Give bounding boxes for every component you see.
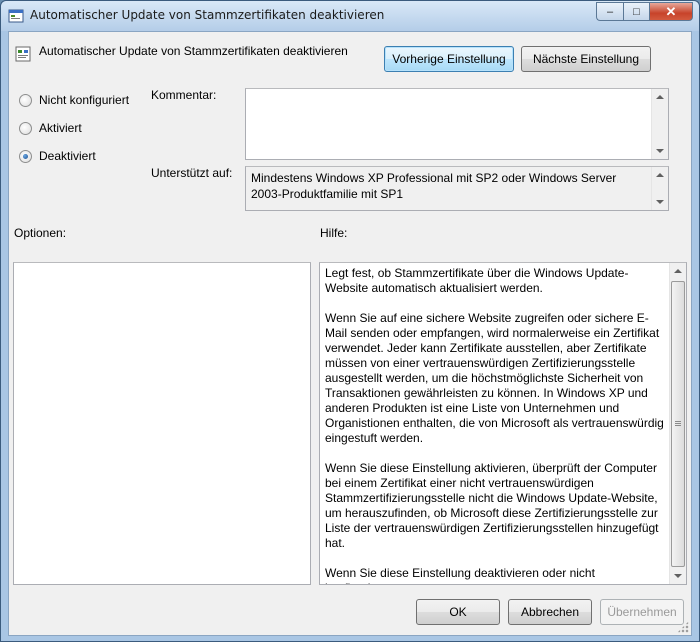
next-setting-button[interactable]: Nächste Einstellung (521, 46, 651, 72)
radio-not-configured[interactable]: Nicht konfiguriert (19, 93, 129, 107)
maximize-button[interactable]: □ (623, 2, 649, 21)
scroll-up-icon[interactable] (674, 269, 682, 273)
radio-circle[interactable] (19, 93, 32, 107)
close-button[interactable]: ✕ (649, 2, 693, 21)
dialog-client: Automatischer Update von Stammzertifikat… (8, 31, 692, 636)
options-label: Optionen: (14, 226, 67, 240)
scroll-thumb[interactable] (671, 281, 685, 567)
help-label: Hilfe: (320, 226, 348, 240)
help-pane: Legt fest, ob Stammzertifikate über die … (319, 262, 687, 585)
radio-circle-checked[interactable] (19, 149, 32, 163)
apply-button: Übernehmen (600, 599, 684, 625)
minimize-button[interactable]: – (596, 2, 623, 21)
setting-title: Automatischer Update von Stammzertifikat… (39, 44, 348, 58)
radio-disabled[interactable]: Deaktiviert (19, 149, 96, 163)
comment-label: Kommentar: (151, 88, 217, 102)
scroll-down-icon[interactable] (656, 200, 664, 204)
supported-label: Unterstützt auf: (151, 166, 233, 180)
previous-setting-button[interactable]: Vorherige Einstellung (384, 46, 514, 72)
help-scrollbar[interactable] (669, 263, 686, 584)
scroll-down-icon[interactable] (674, 574, 682, 578)
comment-scrollbar[interactable] (651, 89, 668, 159)
scroll-down-icon[interactable] (656, 149, 664, 153)
radio-label: Aktiviert (39, 121, 82, 135)
maximize-icon: □ (633, 5, 640, 18)
close-icon: ✕ (665, 3, 677, 19)
supported-field: Mindestens Windows XP Professional mit S… (245, 166, 669, 211)
supported-value: Mindestens Windows XP Professional mit S… (251, 171, 617, 201)
radio-enabled[interactable]: Aktiviert (19, 121, 82, 135)
title-bar[interactable]: Automatischer Update von Stammzertifikat… (1, 1, 699, 31)
setting-icon (15, 46, 31, 62)
help-text: Legt fest, ob Stammzertifikate über die … (325, 266, 664, 584)
comment-field[interactable] (245, 88, 669, 160)
scroll-up-icon[interactable] (656, 95, 664, 99)
ok-button[interactable]: OK (416, 599, 500, 625)
supported-scrollbar[interactable] (651, 167, 668, 210)
radio-label: Nicht konfiguriert (39, 93, 130, 107)
policy-icon (8, 9, 24, 23)
cancel-button[interactable]: Abbrechen (508, 599, 592, 625)
scroll-up-icon[interactable] (656, 173, 664, 177)
radio-circle[interactable] (19, 121, 32, 135)
options-pane (13, 262, 311, 585)
minimize-icon: – (606, 5, 614, 18)
window-title: Automatischer Update von Stammzertifikat… (30, 8, 385, 22)
radio-label: Deaktiviert (39, 149, 96, 163)
dialog-window: Automatischer Update von Stammzertifikat… (0, 0, 700, 642)
